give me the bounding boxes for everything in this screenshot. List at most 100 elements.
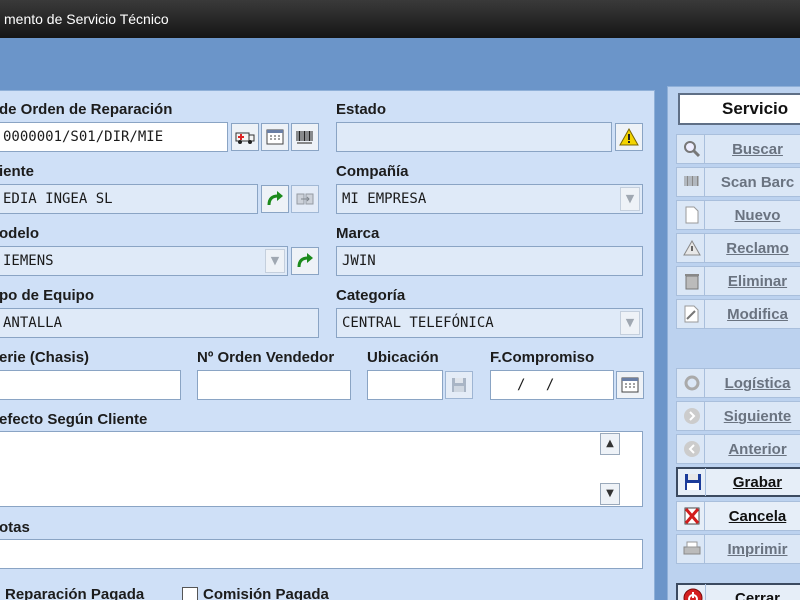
barcode-icon [296,131,313,144]
warning-icon [679,234,705,262]
logistica-label: Logística [724,374,791,392]
floppy-disk-icon [680,468,706,496]
refresh-arrow-icon [267,191,283,206]
reclamo-button[interactable]: Reclamo [676,233,800,263]
refresh-arrow-icon [297,253,313,268]
scroll-down-arrow[interactable]: ▼ [600,483,620,505]
categoria-label: Categoría [336,287,406,304]
floppy-disk-icon [452,378,466,392]
comision-pagada-checkbox[interactable] [182,587,198,600]
tipo-equipo-field[interactable]: ANTALLA [0,308,319,338]
form-panel: de Orden de Reparación 0000001/S01/DIR/M… [0,90,655,600]
notas-field[interactable] [0,539,643,569]
grabar-button[interactable]: Grabar [676,467,800,497]
defecto-label: efecto Según Cliente [0,411,148,428]
window-client-area: de Orden de Reparación 0000001/S01/DIR/M… [0,38,800,600]
reparacion-pagada-label: Reparación Pagada [5,586,145,600]
transfer-icon [296,193,314,205]
scroll-up-arrow[interactable]: ▲ [600,433,620,455]
f-compromiso-label: F.Compromiso [490,349,595,366]
power-icon [680,584,706,600]
f-compromiso-field[interactable]: / / [490,370,614,400]
calendar-icon [266,129,284,145]
window-titlebar: mento de Servicio Técnico [0,0,800,38]
modelo-value: IEMENS [3,253,54,269]
chevron-down-icon[interactable]: ▼ [620,311,640,335]
buscar-button[interactable]: Buscar [676,134,800,164]
cancelar-label: Cancela [728,507,787,525]
nuevo-button[interactable]: Nuevo [676,200,800,230]
printer-icon [679,535,705,563]
barcode-icon [679,168,705,196]
barcode-button[interactable] [291,123,319,151]
orden-label: de Orden de Reparación [0,101,173,118]
new-document-icon [679,201,705,229]
ambulance-button[interactable] [231,123,259,151]
compania-label: Compañía [336,163,409,180]
serie-field[interactable] [0,370,181,400]
modelo-label: odelo [0,225,39,242]
compania-combo[interactable]: MI EMPRESA ▼ [336,184,643,214]
goto-cliente-button[interactable] [261,185,289,213]
save-location-button[interactable] [445,371,473,399]
defecto-textarea[interactable] [0,431,643,507]
chevron-down-icon[interactable]: ▼ [265,249,285,273]
cycle-icon [679,369,705,397]
arrow-right-icon [679,402,705,430]
f-compromiso-calendar-button[interactable] [616,371,644,399]
siguiente-label: Siguiente [723,407,792,425]
calendar-button[interactable] [261,123,289,151]
anterior-button[interactable]: Anterior [676,434,800,464]
arrow-left-icon [679,435,705,463]
cancelar-button[interactable]: Cancela [676,501,800,531]
ambulance-icon [235,132,255,144]
siguiente-button[interactable]: Siguiente [676,401,800,431]
cliente-field[interactable]: EDIA INGEA SL [0,184,258,214]
actions-sidebar: Servicio Buscar Scan Barc Nuevo Reclamo [667,86,800,600]
buscar-label: Buscar [732,140,783,158]
modificar-label: Modifica [727,305,788,323]
nuevo-label: Nuevo [734,206,781,224]
compania-value: MI EMPRESA [342,191,427,207]
chevron-down-icon[interactable]: ▼ [620,187,640,211]
reclamo-label: Reclamo [726,239,789,257]
window-title: mento de Servicio Técnico [4,11,169,27]
serie-label: erie (Chasis) [0,349,90,366]
logistica-button[interactable]: Logística [676,368,800,398]
scan-barcode-button[interactable]: Scan Barc [676,167,800,197]
categoria-value: CENTRAL TELEFÓNICA [342,315,494,331]
imprimir-label: Imprimir [727,540,788,558]
orden-vendedor-field[interactable] [197,370,351,400]
cancel-icon [679,502,705,530]
eliminar-button[interactable]: Eliminar [676,266,800,296]
notas-label: otas [0,519,30,536]
imprimir-button[interactable]: Imprimir [676,534,800,564]
anterior-label: Anterior [728,440,787,458]
marca-field[interactable]: JWIN [336,246,643,276]
cerrar-label: Cerrar [734,589,781,600]
cliente-label: iente [0,163,35,180]
orden-field[interactable]: 0000001/S01/DIR/MIE [0,122,228,152]
sidebar-header: Servicio [678,93,800,125]
trash-icon [679,267,705,295]
modelo-combo[interactable]: IEMENS ▼ [0,246,288,276]
estado-field[interactable] [336,122,612,152]
cerrar-button[interactable]: Cerrar [676,583,800,600]
ubicacion-label: Ubicación [367,349,439,366]
warning-icon [619,128,639,146]
estado-label: Estado [336,101,387,118]
ubicacion-field[interactable] [367,370,443,400]
warning-button[interactable] [615,123,643,151]
tipo-equipo-label: po de Equipo [0,287,94,304]
calendar-icon [621,377,639,393]
goto-modelo-button[interactable] [291,247,319,275]
edit-document-icon [679,300,705,328]
grabar-label: Grabar [732,473,783,491]
orden-vendedor-label: Nº Orden Vendedor [197,349,335,366]
eliminar-label: Eliminar [727,272,788,290]
scan-label: Scan Barc [720,173,795,191]
modificar-button[interactable]: Modifica [676,299,800,329]
categoria-combo[interactable]: CENTRAL TELEFÓNICA ▼ [336,308,643,338]
transfer-button[interactable] [291,185,319,213]
comision-pagada-label: Comisión Pagada [203,586,329,600]
